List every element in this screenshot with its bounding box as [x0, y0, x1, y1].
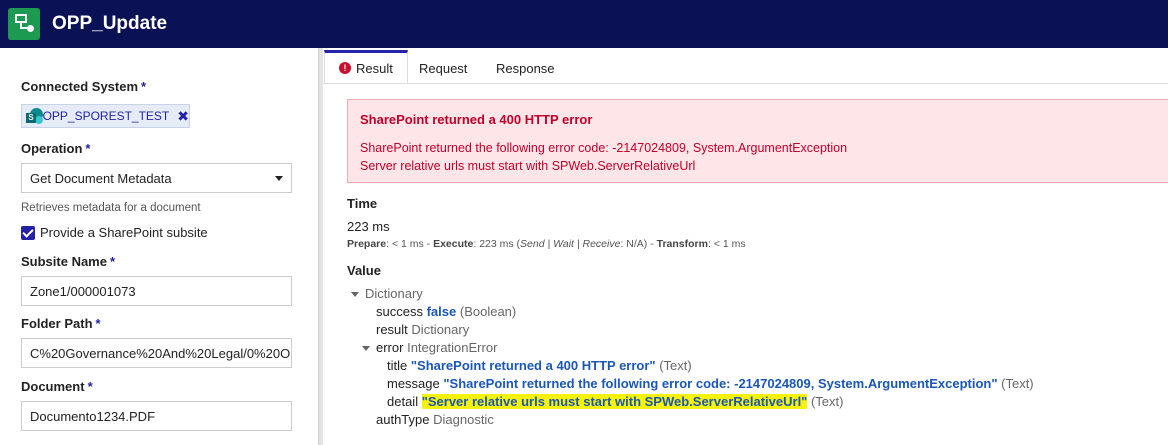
subsite-name-label: Subsite Name * — [21, 254, 116, 269]
result-tabs: ! Result Request Response — [323, 48, 1168, 84]
remove-icon[interactable]: ✖ — [177, 108, 189, 125]
chevron-down-icon — [275, 176, 283, 181]
connected-system-value: OPP_SPOREST_TEST — [42, 109, 170, 123]
caret-down-icon[interactable] — [362, 346, 370, 352]
tree-error[interactable]: error IntegrationError — [362, 340, 497, 355]
operation-help: Retrieves metadata for a document — [21, 202, 201, 214]
tree-success: success false (Boolean) — [376, 304, 517, 319]
tab-response[interactable]: Response — [496, 52, 555, 84]
tab-request[interactable]: Request — [419, 52, 467, 84]
value-heading: Value — [347, 263, 381, 278]
result-panel: ! Result Request Response SharePoint ret… — [323, 48, 1168, 445]
alert-icon: ! — [339, 62, 351, 74]
document-label: Document * — [21, 379, 93, 394]
sharepoint-icon: S — [26, 107, 43, 125]
subsite-name-input[interactable]: Zone1/000001073 — [21, 276, 292, 306]
operation-label: Operation * — [21, 141, 91, 156]
tree-result: result Dictionary — [376, 322, 470, 337]
folder-path-label: Folder Path * — [21, 316, 101, 331]
tree-authtype: authType Diagnostic — [376, 412, 494, 427]
tree-detail: detail "Server relative urls must start … — [387, 394, 844, 409]
subsite-checkbox-label: Provide a SharePoint subsite — [40, 225, 208, 240]
connected-system-chip[interactable]: S OPP_SPOREST_TEST ✖ — [21, 104, 190, 128]
integration-icon — [8, 8, 40, 40]
subsite-checkbox-row[interactable]: Provide a SharePoint subsite — [21, 225, 208, 240]
error-box: SharePoint returned a 400 HTTP error Sha… — [347, 99, 1168, 183]
tree-message: message "SharePoint returned the followi… — [387, 376, 1034, 391]
time-breakdown: Prepare: < 1 ms - Execute: 223 ms (Send … — [347, 238, 746, 250]
app-header: OPP_Update — [0, 0, 1168, 48]
document-input[interactable]: Documento1234.PDF — [21, 401, 292, 431]
subsite-checkbox[interactable] — [21, 225, 35, 240]
connected-system-label: Connected System * — [21, 79, 147, 94]
operation-value: Get Document Metadata — [30, 170, 172, 186]
time-value: 223 ms — [347, 219, 390, 234]
caret-down-icon[interactable] — [351, 292, 359, 298]
tree-title: title "SharePoint returned a 400 HTTP er… — [387, 358, 692, 373]
error-title: SharePoint returned a 400 HTTP error — [360, 112, 593, 127]
config-panel: Connected System * S OPP_SPOREST_TEST ✖ O… — [0, 48, 318, 445]
operation-select[interactable]: Get Document Metadata — [21, 163, 292, 193]
time-heading: Time — [347, 196, 378, 211]
error-line-1: SharePoint returned the following error … — [360, 141, 848, 155]
page-title: OPP_Update — [52, 13, 168, 34]
tree-root[interactable]: Dictionary — [351, 286, 423, 301]
tab-result[interactable]: ! Result — [324, 50, 408, 83]
folder-path-input[interactable]: C%20Governance%20And%20Legal/0%20O — [21, 338, 292, 368]
error-line-2: Server relative urls must start with SPW… — [360, 159, 696, 173]
